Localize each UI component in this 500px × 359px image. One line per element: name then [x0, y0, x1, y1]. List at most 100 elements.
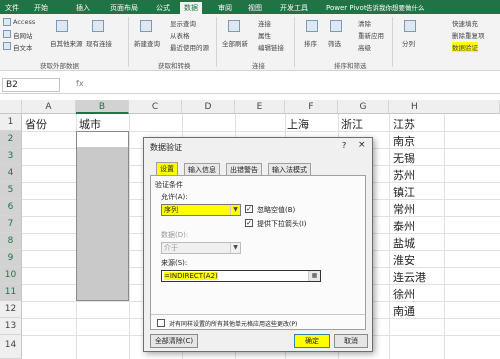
- gridline: [129, 114, 130, 359]
- source-input[interactable]: =INDIRECT(A2) ▦: [161, 270, 321, 282]
- tab-view[interactable]: 视图: [244, 2, 266, 14]
- row-header-10[interactable]: 10: [0, 267, 22, 284]
- cell-h5[interactable]: 镇江: [393, 184, 415, 200]
- selected-range-b2-b11[interactable]: [76, 131, 129, 301]
- column-header-g[interactable]: G: [338, 100, 389, 114]
- data-validation-button[interactable]: 数据验证: [452, 42, 478, 52]
- cell-h3[interactable]: 无锡: [393, 150, 415, 166]
- row-header-14[interactable]: 14: [0, 335, 22, 359]
- properties-button[interactable]: 属性: [258, 30, 271, 40]
- column-header-h[interactable]: H: [389, 100, 500, 114]
- cell-h10[interactable]: 连云港: [393, 269, 426, 285]
- advanced-button[interactable]: 高级: [358, 42, 371, 52]
- flash-fill-button[interactable]: 快速填充: [452, 18, 478, 28]
- cancel-button[interactable]: 取消: [334, 334, 368, 348]
- remove-duplicates-button[interactable]: 删除重复项: [452, 30, 485, 40]
- cell-h12[interactable]: 南通: [393, 303, 415, 319]
- clear-all-button[interactable]: 全部清除(C): [150, 334, 198, 348]
- new-query-button[interactable]: 新建查询: [134, 38, 160, 48]
- show-queries-button[interactable]: 显示查询: [170, 18, 196, 28]
- tab-review[interactable]: 审阅: [214, 2, 236, 14]
- allow-select[interactable]: 序列 ▼: [161, 204, 241, 216]
- cell-f1[interactable]: 上海: [287, 116, 309, 132]
- column-header-d[interactable]: D: [182, 100, 235, 114]
- tab-file[interactable]: 文件: [1, 2, 23, 14]
- filter-button[interactable]: 筛选: [328, 38, 341, 48]
- cell-h9[interactable]: 淮安: [393, 252, 415, 268]
- clear-button[interactable]: 清除: [358, 18, 371, 28]
- row-header-3[interactable]: 3: [0, 148, 22, 165]
- text-to-columns-button[interactable]: 分列: [402, 38, 415, 48]
- row-header-4[interactable]: 4: [0, 165, 22, 182]
- cell-h2[interactable]: 南京: [393, 133, 415, 149]
- close-icon[interactable]: ×: [358, 140, 366, 150]
- column-header-c[interactable]: C: [129, 100, 182, 114]
- tab-error-alert[interactable]: 出错警告: [226, 163, 262, 175]
- sort-button[interactable]: 排序: [304, 38, 317, 48]
- chevron-down-icon: ▼: [230, 243, 240, 253]
- range-select-icon[interactable]: ▦: [308, 271, 320, 281]
- column-header-a[interactable]: A: [22, 100, 76, 114]
- tab-power-pivot[interactable]: Power Pivot: [322, 2, 371, 14]
- tab-formulas[interactable]: 公式: [152, 2, 174, 14]
- cell-h1[interactable]: 江苏: [393, 116, 415, 132]
- tab-page-layout[interactable]: 页面布局: [106, 2, 142, 14]
- cell-h4[interactable]: 苏州: [393, 167, 415, 183]
- row-header-7[interactable]: 7: [0, 216, 22, 233]
- group-label-connections: 连接: [252, 62, 265, 70]
- tab-ime-mode[interactable]: 输入法模式: [268, 163, 311, 175]
- cell-h11[interactable]: 徐州: [393, 286, 415, 302]
- allow-value: 序列: [164, 206, 178, 214]
- from-access-button[interactable]: Access: [13, 18, 35, 26]
- ok-button[interactable]: 确定: [294, 334, 330, 348]
- row-header-12[interactable]: 12: [0, 301, 22, 318]
- gridline: [389, 114, 390, 359]
- row-header-2[interactable]: 2: [0, 131, 22, 148]
- cell-g1[interactable]: 浙江: [341, 116, 363, 132]
- cell-h7[interactable]: 泰州: [393, 218, 415, 234]
- refresh-all-button[interactable]: 全部刷新: [222, 38, 248, 48]
- filter-icon: [330, 20, 342, 32]
- tab-settings[interactable]: 设置: [156, 162, 178, 175]
- row-header-8[interactable]: 8: [0, 233, 22, 250]
- other-sources-button[interactable]: 自其他来源: [50, 38, 83, 48]
- edit-links-button[interactable]: 编辑链接: [258, 42, 284, 52]
- reapply-button[interactable]: 重新应用: [358, 30, 384, 40]
- data-select[interactable]: 介于 ▼: [161, 242, 241, 254]
- column-header-f[interactable]: F: [285, 100, 338, 114]
- tab-developer[interactable]: 开发工具: [276, 2, 312, 14]
- help-icon[interactable]: ?: [342, 141, 346, 150]
- fx-icon[interactable]: fx: [76, 79, 84, 88]
- from-table-button[interactable]: 从表格: [170, 30, 190, 40]
- column-header-e[interactable]: E: [235, 100, 285, 114]
- ribbon-separator: [392, 17, 393, 67]
- recent-sources-button[interactable]: 最近使用的源: [170, 42, 209, 52]
- cell-a1[interactable]: 省份: [25, 116, 47, 132]
- row-header-13[interactable]: 13: [0, 318, 22, 335]
- row-header-5[interactable]: 5: [0, 182, 22, 199]
- tab-home[interactable]: 开始: [30, 2, 52, 14]
- ignore-blank-checkbox[interactable]: ✓: [245, 205, 253, 213]
- active-cell-b2[interactable]: [77, 132, 128, 147]
- ribbon-separator: [294, 17, 295, 67]
- tab-data[interactable]: 数据: [180, 2, 202, 14]
- existing-connections-button[interactable]: 现有连接: [86, 38, 112, 48]
- row-header-6[interactable]: 6: [0, 199, 22, 216]
- connections-button[interactable]: 连接: [258, 18, 271, 28]
- column-header-b[interactable]: B: [76, 100, 129, 114]
- select-all-corner[interactable]: [0, 100, 22, 114]
- in-cell-dropdown-checkbox[interactable]: ✓: [245, 219, 253, 227]
- row-header-9[interactable]: 9: [0, 250, 22, 267]
- from-web-button[interactable]: 自网站: [13, 30, 33, 40]
- name-box[interactable]: B2: [2, 78, 60, 92]
- cell-h8[interactable]: 盐城: [393, 235, 415, 251]
- tab-input-message[interactable]: 输入信息: [184, 163, 220, 175]
- row-header-1[interactable]: 1: [0, 114, 22, 131]
- row-header-11[interactable]: 11: [0, 284, 22, 301]
- from-text-button[interactable]: 自文本: [13, 42, 33, 52]
- cell-h6[interactable]: 常州: [393, 201, 415, 217]
- tell-me-box[interactable]: 告诉我你想要做什么: [366, 2, 425, 12]
- cell-b1[interactable]: 城市: [79, 116, 101, 132]
- apply-all-checkbox[interactable]: [157, 319, 165, 327]
- tab-insert[interactable]: 插入: [72, 2, 94, 14]
